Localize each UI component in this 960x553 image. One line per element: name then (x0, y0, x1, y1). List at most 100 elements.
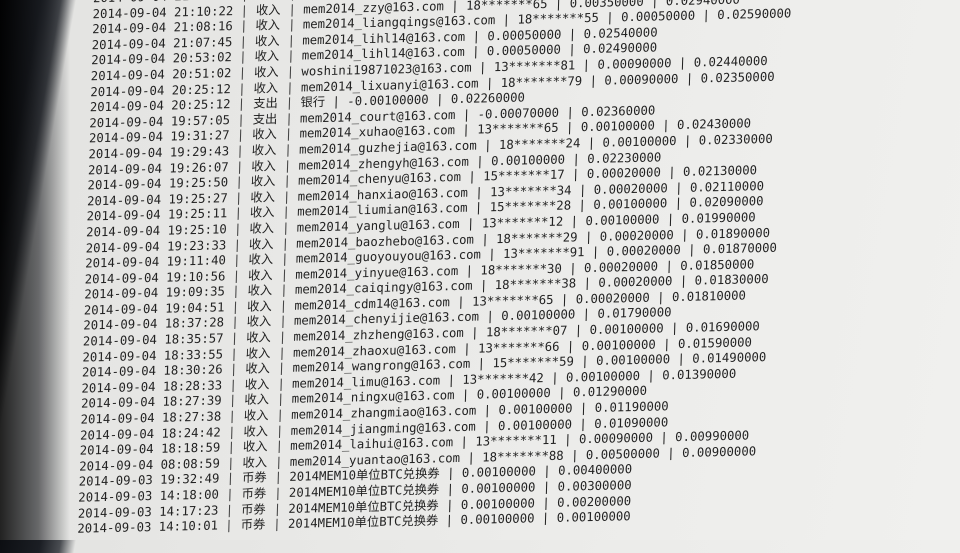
row-type: 收入 (248, 252, 274, 267)
column-separator: | (286, 49, 295, 64)
row-type: 收入 (249, 221, 275, 236)
row-type: 收入 (251, 143, 277, 158)
column-separator: | (237, 112, 245, 127)
column-separator: | (234, 190, 243, 205)
column-separator: | (284, 127, 293, 142)
column-separator: | (235, 159, 244, 174)
column-separator: | (277, 361, 286, 376)
column-separator: | (276, 408, 285, 423)
column-separator: | (225, 518, 233, 533)
column-separator: | (287, 17, 296, 32)
row-type: 收入 (250, 189, 276, 205)
row-type: 币券 (241, 486, 267, 501)
row-type: 收入 (248, 236, 274, 252)
row-type: 收入 (246, 330, 272, 345)
column-separator: | (274, 470, 283, 485)
row-type: 收入 (247, 267, 273, 283)
column-separator: | (229, 377, 238, 393)
column-separator: | (237, 96, 246, 112)
column-separator: | (239, 18, 248, 34)
column-separator: | (287, 33, 296, 48)
column-separator: | (279, 314, 287, 329)
row-type: 收入 (253, 64, 279, 80)
column-separator: | (228, 393, 237, 408)
column-separator: | (226, 455, 235, 471)
column-separator: | (232, 268, 241, 283)
column-separator: | (282, 205, 291, 220)
transaction-log: 2014-09-04 21:10:00|收入|mem2014_fanfangli… (41, 0, 960, 553)
column-separator: | (286, 64, 295, 79)
row-type: 币券 (241, 470, 267, 486)
column-separator: | (273, 517, 281, 532)
column-separator: | (225, 502, 234, 517)
column-separator: | (281, 236, 290, 251)
row-type: 收入 (242, 455, 268, 470)
row-type: 支出 (252, 111, 278, 127)
column-separator: | (232, 284, 240, 299)
row-type: 收入 (251, 158, 277, 174)
column-separator: | (239, 34, 248, 49)
column-separator: | (283, 158, 292, 173)
row-type: 收入 (242, 439, 268, 455)
column-separator: | (229, 362, 238, 377)
column-separator: | (227, 440, 236, 455)
row-type: 收入 (243, 423, 269, 439)
column-separator: | (275, 423, 284, 438)
row-type: 收入 (255, 18, 281, 33)
column-separator: | (278, 345, 286, 360)
column-separator: | (238, 65, 247, 80)
row-type: 收入 (254, 33, 280, 49)
row-type: 收入 (244, 377, 270, 392)
column-separator: | (236, 143, 245, 158)
column-separator: | (234, 206, 243, 221)
column-separator: | (228, 409, 237, 424)
row-type: 收入 (252, 127, 278, 142)
row-type: 收入 (243, 408, 269, 423)
column-separator: | (286, 80, 294, 95)
row-type: 币券 (240, 517, 266, 533)
column-separator: | (280, 267, 289, 282)
column-separator: | (227, 424, 236, 439)
column-separator: | (280, 251, 289, 267)
column-separator: | (230, 331, 239, 346)
row-type: 收入 (245, 361, 271, 377)
column-separator: | (233, 221, 242, 236)
row-type: 收入 (253, 80, 279, 96)
row-type: 收入 (249, 205, 275, 221)
column-separator: | (283, 173, 292, 189)
row-type: 收入 (254, 49, 280, 64)
row-type: 支出 (252, 96, 278, 111)
column-separator: | (277, 376, 286, 391)
column-separator: | (232, 253, 241, 268)
column-separator: | (230, 346, 238, 361)
column-separator: | (280, 283, 288, 298)
column-separator: | (285, 95, 294, 111)
column-separator: | (273, 486, 282, 501)
column-separator: | (274, 454, 283, 470)
column-separator: | (284, 142, 293, 157)
row-type: 收入 (247, 283, 273, 299)
row-date: 2014-09-03 14:10:01 (77, 518, 219, 536)
row-type: 币券 (240, 502, 266, 517)
row-type: 收入 (246, 314, 272, 330)
column-separator: | (226, 471, 235, 486)
column-separator: | (282, 189, 291, 204)
row-type: 收入 (245, 345, 271, 361)
column-separator: | (236, 128, 245, 143)
column-separator: | (273, 501, 282, 516)
column-separator: | (288, 2, 297, 17)
column-separator: | (279, 298, 288, 313)
column-separator: | (281, 220, 290, 235)
column-separator: | (240, 3, 249, 18)
row-type: 收入 (246, 299, 272, 314)
row-type: 收入 (255, 2, 281, 18)
column-separator: | (275, 439, 284, 454)
column-separator: | (285, 111, 293, 126)
column-separator: | (231, 299, 240, 315)
column-separator: | (238, 81, 246, 96)
column-separator: | (231, 315, 239, 330)
column-separator: | (235, 174, 244, 190)
row-type: 收入 (250, 174, 276, 189)
row-type: 收入 (244, 392, 270, 408)
column-separator: | (238, 50, 247, 65)
